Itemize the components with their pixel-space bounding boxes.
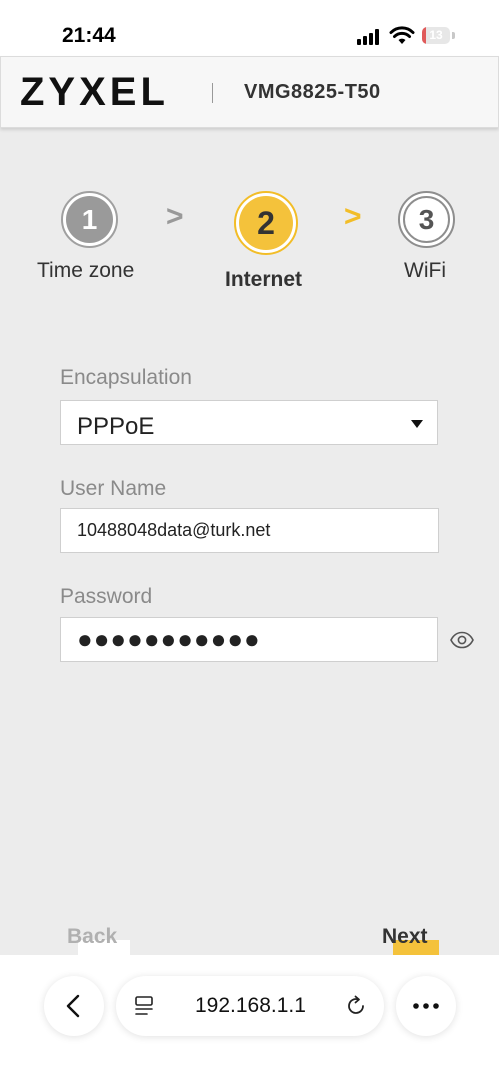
- battery-cap: [452, 32, 455, 39]
- step-2-number: 2: [239, 196, 293, 250]
- step-3-number: 3: [403, 196, 450, 243]
- dropdown-caret-icon: [411, 420, 423, 428]
- wifi-icon: [389, 26, 415, 44]
- header-divider: [212, 83, 213, 103]
- status-bar: 21:44 13: [0, 0, 499, 56]
- username-input[interactable]: [60, 508, 439, 553]
- url-text[interactable]: 192.168.1.1: [195, 994, 306, 1018]
- step-arrow-1: >: [166, 200, 184, 233]
- show-password-eye-icon[interactable]: [450, 628, 474, 652]
- password-label: Password: [60, 585, 153, 608]
- status-time: 21:44: [62, 24, 116, 47]
- cellular-signal-icon: [357, 29, 383, 45]
- back-button[interactable]: Back: [67, 925, 117, 949]
- step-2-indicator: 2: [234, 191, 298, 255]
- next-button[interactable]: Next: [382, 925, 428, 949]
- reload-icon[interactable]: [344, 994, 368, 1018]
- encapsulation-select[interactable]: PPPoE: [60, 400, 438, 445]
- brand-logo: ZYXEL: [20, 70, 169, 114]
- step-arrow-2: >: [344, 200, 362, 233]
- username-label: User Name: [60, 477, 167, 500]
- step-1-indicator: 1: [61, 191, 118, 248]
- more-horizontal-icon: [413, 1003, 439, 1009]
- browser-more-button[interactable]: [396, 976, 456, 1036]
- step-1-label: Time zone: [37, 259, 135, 282]
- encapsulation-label: Encapsulation: [60, 366, 192, 389]
- step-2-label: Internet: [225, 268, 303, 291]
- page-menu-icon[interactable]: [133, 994, 157, 1018]
- encapsulation-value: PPPoE: [77, 413, 155, 440]
- step-1-number: 1: [66, 196, 113, 243]
- password-input[interactable]: [60, 617, 438, 662]
- step-3-indicator: 3: [398, 191, 455, 248]
- battery-percent: 13: [429, 28, 443, 42]
- chevron-left-icon: [66, 994, 80, 1018]
- browser-back-button[interactable]: [44, 976, 104, 1036]
- device-model: VMG8825-T50: [244, 81, 381, 103]
- battery-icon: 13: [422, 27, 450, 44]
- step-3-label: WiFi: [404, 259, 446, 282]
- app-header: ZYXEL VMG8825-T50: [0, 56, 499, 128]
